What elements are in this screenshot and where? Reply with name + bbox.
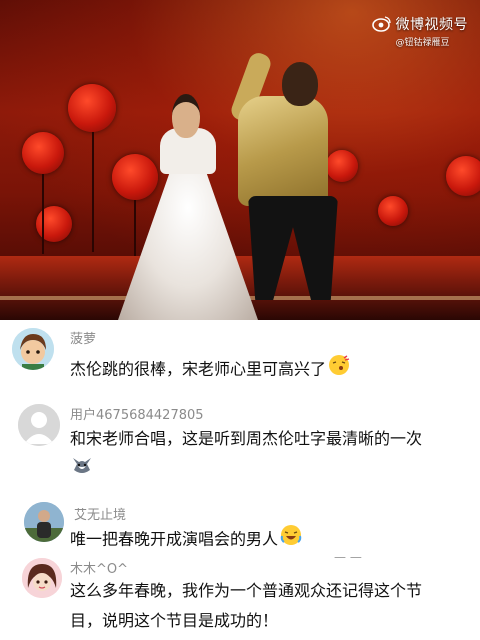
- dancer-gold-jacket: [238, 96, 328, 206]
- comment-username[interactable]: 艾无止境: [74, 504, 126, 523]
- comment-list: 菠萝 杰伦跳的很棒，宋老师心里可高兴了 用户4675684427805 和宋老师…: [0, 320, 480, 640]
- drum-stand: [92, 132, 94, 252]
- comment-username[interactable]: 木木^O^: [70, 558, 128, 577]
- video-frame[interactable]: 微博视频号 @钮钴禄雁豆: [0, 0, 480, 320]
- comment-side-marks: — —: [334, 550, 362, 564]
- default-gray-avatar[interactable]: [18, 404, 60, 446]
- stage-drum: [22, 132, 64, 174]
- laughing-tears-emoji: [280, 524, 302, 556]
- dancer-head: [282, 62, 318, 106]
- stage-drum: [446, 156, 480, 196]
- drum-stand: [134, 200, 136, 256]
- comment-text: 和宋老师合唱，这是听到周杰伦吐字最清晰的一次: [70, 429, 423, 448]
- comment-text: 唯一把春晚开成演唱会的男人: [70, 524, 302, 556]
- stage-drum: [112, 154, 158, 200]
- anime-girl-avatar[interactable]: [22, 558, 62, 598]
- stage-drum: [68, 84, 116, 132]
- stage-drum: [326, 150, 358, 182]
- photo-person-avatar[interactable]: [24, 502, 64, 542]
- comment-username[interactable]: 用户4675684427805: [70, 404, 204, 423]
- husky-dog-emoji: [70, 454, 94, 486]
- watermark-handle: @钮钴禄雁豆: [395, 38, 450, 48]
- stage-drum: [378, 196, 408, 226]
- comment-text: 杰伦跳的很棒，宋老师心里可高兴了: [70, 354, 350, 386]
- comment-text-line2: [70, 454, 94, 486]
- watermark-title: 微博视频号: [395, 17, 468, 33]
- drum-stand: [42, 174, 44, 254]
- comment-username[interactable]: 菠萝: [70, 328, 96, 347]
- weibo-eye-icon: [371, 16, 392, 32]
- comment-text: 这么多年春晚，我作为一个普通观众还记得这个节: [70, 581, 423, 600]
- cartoon-boy-avatar[interactable]: [12, 328, 54, 370]
- comment-text-content: 杰伦跳的很棒，宋老师心里可高兴了: [70, 359, 327, 379]
- kissing-face-emoji: [328, 354, 350, 386]
- weibo-watermark: 微博视频号 @钮钴禄雁豆: [371, 14, 469, 48]
- singer-head: [172, 94, 200, 138]
- bottom-fade: [0, 630, 480, 640]
- comment-text-content: 唯一把春晚开成演唱会的男人: [70, 529, 279, 549]
